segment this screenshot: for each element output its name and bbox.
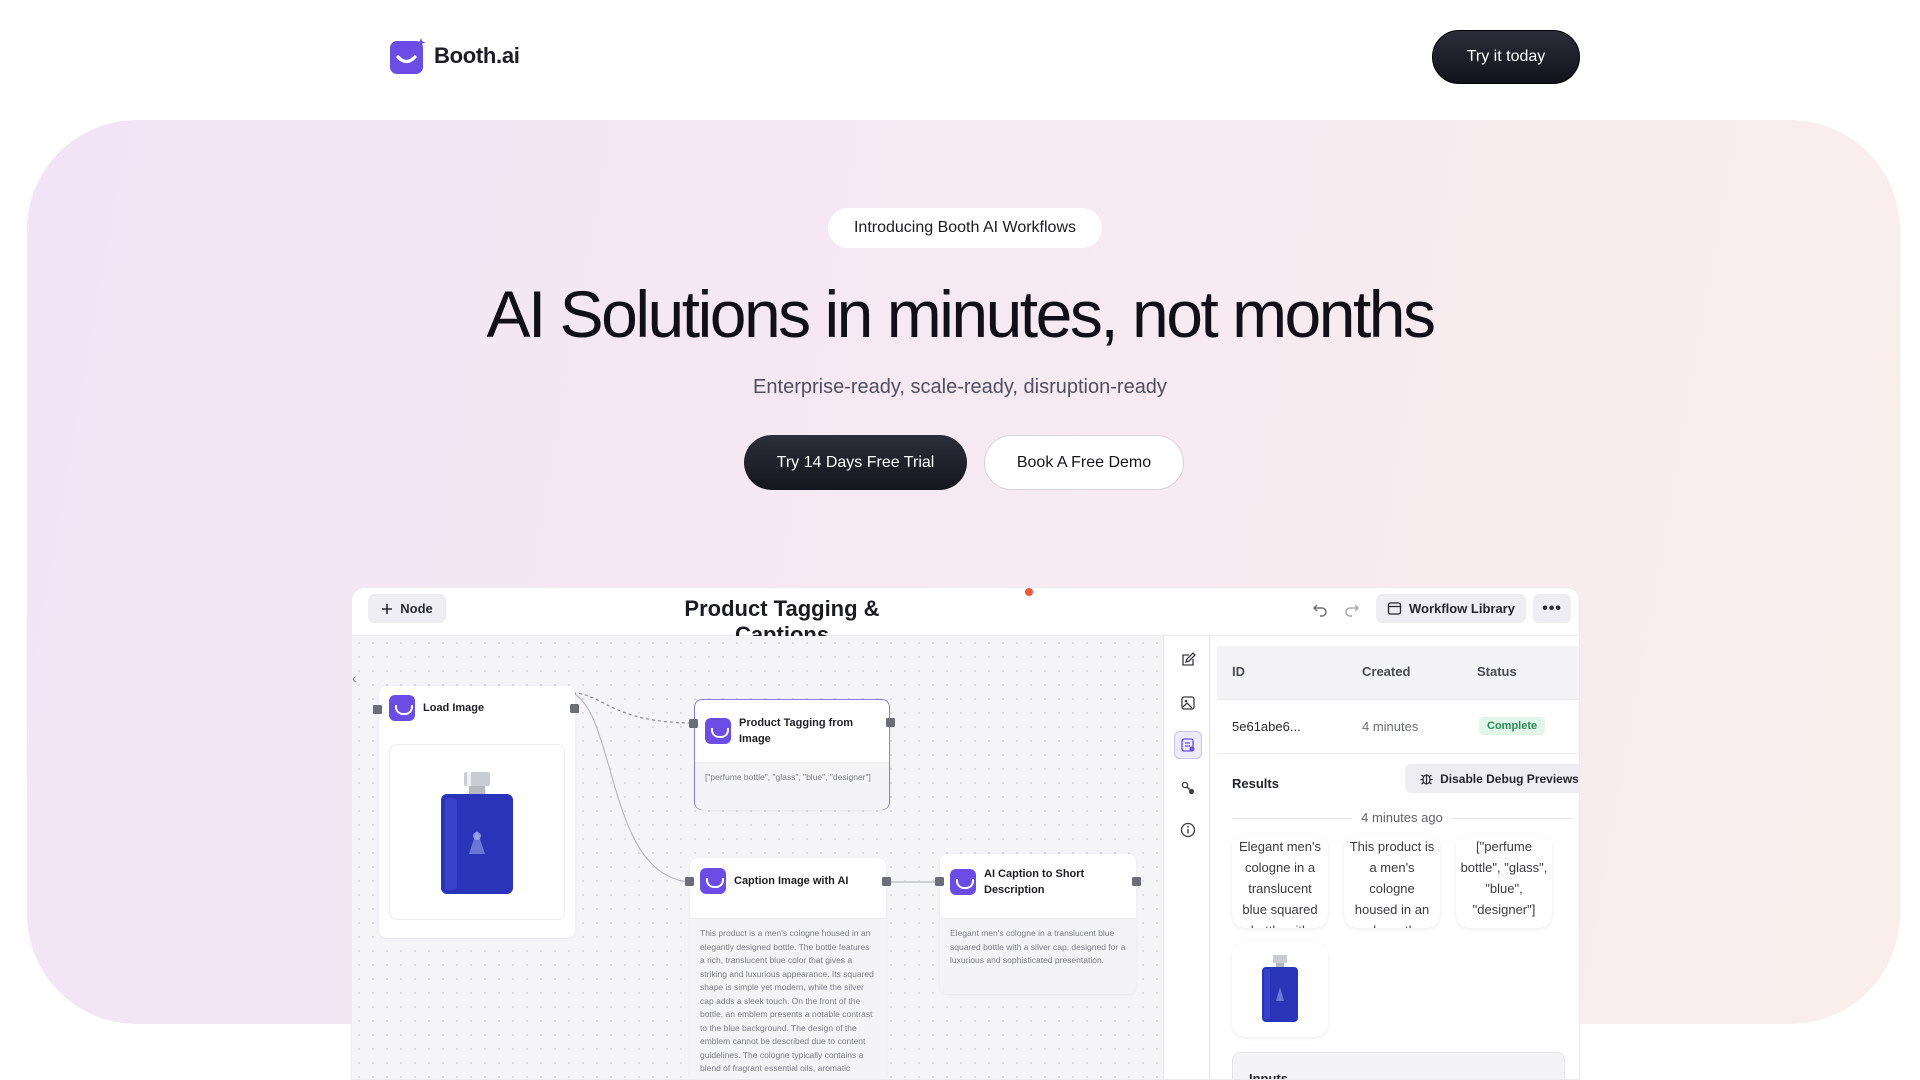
- product-tagging-node[interactable]: Product Tagging from Image ["perfume bot…: [694, 699, 890, 810]
- debug-button-label: Disable Debug Previews: [1440, 771, 1579, 786]
- node-title: Caption Image with AI: [734, 875, 849, 887]
- result-card[interactable]: ["perfume bottle", "glass", "blue", "des…: [1456, 834, 1552, 928]
- node-title: AI Caption to Short Description: [984, 868, 1085, 896]
- hero-title: AI Solutions in minutes, not months: [486, 277, 1436, 351]
- caption-image-node[interactable]: Caption Image with AI This product is a …: [690, 858, 886, 1079]
- booth-node-icon: [700, 868, 726, 894]
- runs-table-header: ID Created Status: [1217, 646, 1579, 700]
- disable-debug-previews-button[interactable]: Disable Debug Previews: [1405, 764, 1579, 793]
- edit-icon[interactable]: [1174, 646, 1202, 674]
- output-port[interactable]: [570, 704, 579, 713]
- library-icon: [1387, 602, 1402, 615]
- input-port[interactable]: [373, 705, 382, 714]
- column-created: Created: [1362, 664, 1411, 679]
- divider: [1452, 818, 1572, 819]
- node-title: Product Tagging from Image: [739, 717, 854, 745]
- booth-node-icon: [705, 718, 731, 744]
- booth-node-icon: [950, 869, 976, 895]
- add-node-button[interactable]: Node: [368, 594, 446, 623]
- free-trial-button[interactable]: Try 14 Days Free Trial: [744, 435, 967, 490]
- result-card[interactable]: This product is a men's cologne housed i…: [1344, 834, 1440, 928]
- input-port[interactable]: [689, 719, 698, 728]
- list-icon[interactable]: [1174, 731, 1202, 759]
- node-output: ["perfume bottle", "glass", "blue", "des…: [695, 762, 889, 810]
- cologne-bottle-image: [441, 772, 513, 894]
- bug-icon: [1420, 774, 1433, 785]
- input-port[interactable]: [685, 877, 694, 886]
- booth-node-icon: [389, 695, 415, 721]
- info-icon[interactable]: [1174, 816, 1202, 844]
- hero-subtitle: Enterprise-ready, scale-ready, disruptio…: [753, 376, 1167, 398]
- intro-pill[interactable]: Introducing Booth AI Workflows: [828, 208, 1102, 248]
- panel-toolbar: [1164, 636, 1210, 1079]
- workflow-app-window: Node Product Tagging & Captions Workflow…: [351, 587, 1580, 1080]
- run-results-panel: ID Created Status 5e61abe6... 4 minutes …: [1210, 636, 1579, 1079]
- load-image-node[interactable]: Load Image: [379, 686, 575, 938]
- node-output: Elegant men's cologne in a translucent b…: [940, 918, 1136, 994]
- node-title: Load Image: [423, 702, 485, 714]
- workflow-library-button[interactable]: Workflow Library: [1376, 594, 1526, 623]
- output-port[interactable]: [882, 877, 891, 886]
- app-toolbar: Node Product Tagging & Captions Workflow…: [352, 588, 1579, 647]
- short-description-node[interactable]: AI Caption to Short Description Elegant …: [940, 854, 1136, 994]
- brand-name: Booth.ai: [434, 43, 520, 68]
- workflow-canvas[interactable]: ‹ Load Image Product Tagging from Image …: [352, 636, 1164, 1079]
- result-card[interactable]: Elegant men's cologne in a translucent b…: [1232, 834, 1328, 928]
- column-status: Status: [1477, 664, 1517, 679]
- try-it-today-button[interactable]: Try it today: [1432, 30, 1580, 84]
- nodes-icon[interactable]: [1174, 774, 1202, 802]
- image-icon[interactable]: [1174, 689, 1202, 717]
- table-row[interactable]: 5e61abe6... 4 minutes Complete: [1217, 700, 1579, 754]
- inputs-section[interactable]: Inputs: [1232, 1052, 1565, 1079]
- cologne-bottle-thumbnail: [1262, 955, 1298, 1022]
- workflow-library-label: Workflow Library: [1409, 601, 1515, 616]
- brand-logo[interactable]: Booth.ai: [390, 38, 520, 74]
- status-badge: Complete: [1479, 717, 1546, 735]
- results-label: Results: [1232, 776, 1279, 791]
- input-port[interactable]: [935, 877, 944, 886]
- more-icon[interactable]: •••: [1533, 594, 1571, 623]
- book-demo-button[interactable]: Book A Free Demo: [984, 435, 1184, 490]
- undo-icon[interactable]: [1309, 598, 1331, 620]
- product-image: [389, 744, 565, 920]
- logo-icon: [390, 38, 426, 74]
- column-id: ID: [1232, 664, 1245, 679]
- status-dot: [1025, 588, 1033, 596]
- add-node-label: Node: [400, 601, 433, 616]
- output-port[interactable]: [1132, 877, 1141, 886]
- run-created: 4 minutes: [1362, 719, 1419, 734]
- run-id: 5e61abe6...: [1232, 719, 1301, 734]
- plus-icon: [382, 603, 393, 614]
- top-nav: Booth.ai Try it today: [0, 0, 1920, 116]
- node-output: This product is a men's cologne housed i…: [690, 918, 886, 1079]
- result-image-card[interactable]: [1232, 941, 1328, 1037]
- redo-icon[interactable]: [1341, 598, 1363, 620]
- output-port[interactable]: [886, 718, 895, 727]
